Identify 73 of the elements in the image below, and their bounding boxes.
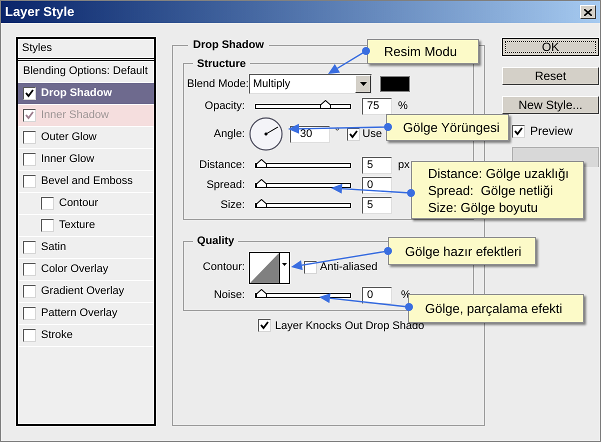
field-label: Angle:	[212, 126, 246, 142]
input-field[interactable]: 5	[362, 156, 392, 174]
checkbox[interactable]	[41, 197, 54, 210]
field-label: Opacity:	[204, 98, 246, 114]
style-item[interactable]: Texture	[18, 215, 154, 237]
callout-text: Gölge Yörüngesi	[403, 119, 501, 136]
callout-text: Gölge hazır efektleri	[405, 242, 522, 260]
checkbox-label: Layer Knocks Out Drop Shado	[275, 318, 424, 334]
field-label: Size:	[220, 198, 246, 213]
window-title: Layer Style	[5, 3, 74, 22]
style-item[interactable]: Contour	[18, 193, 154, 215]
group-title: Drop Shadow	[192, 38, 265, 53]
input-field[interactable]: 0	[362, 176, 392, 194]
checkbox[interactable]	[23, 241, 36, 254]
callout-text: Resim Modu	[384, 43, 458, 60]
checkbox[interactable]	[23, 285, 36, 298]
group-title: Quality	[196, 234, 236, 249]
input-field[interactable]: 0	[362, 287, 392, 304]
caret-icon	[282, 262, 287, 266]
slider-thumb[interactable]	[256, 158, 267, 168]
blend-mode-dropdown[interactable]: Multiply	[249, 74, 372, 94]
checkbox[interactable]	[41, 219, 54, 232]
style-item[interactable]: Inner Glow	[18, 149, 154, 171]
checkbox-label: Anti-aliased	[320, 260, 378, 276]
checkbox[interactable]	[23, 175, 36, 188]
style-item[interactable]: Color Overlay	[18, 259, 154, 281]
list-header: Styles	[18, 39, 154, 61]
dialog-button[interactable]: Reset	[502, 67, 599, 85]
slider-thumb[interactable]	[256, 289, 267, 298]
checkbox[interactable]	[258, 319, 271, 332]
checkbox[interactable]	[347, 128, 360, 140]
checkbox[interactable]	[512, 124, 525, 138]
callout-arrow-tooltip	[328, 47, 370, 74]
angle-dial[interactable]	[249, 117, 283, 151]
checkbox[interactable]	[23, 329, 36, 342]
style-item[interactable]: Pattern Overlay	[18, 303, 154, 325]
style-item[interactable]: Drop Shadow	[18, 83, 154, 105]
ok-button[interactable]: OK	[502, 38, 599, 56]
style-item[interactable]: Stroke	[18, 325, 154, 347]
style-item[interactable]: Satin	[18, 237, 154, 259]
checkbox-label: Preview	[530, 123, 573, 140]
callout-text: Gölge, parçalama efekti	[425, 300, 564, 317]
slider-thumb[interactable]	[256, 198, 267, 208]
color-swatch[interactable]	[380, 76, 410, 92]
checkbox[interactable]	[23, 307, 36, 320]
close-icon	[584, 8, 592, 16]
style-item[interactable]: Bevel and Emboss	[18, 171, 154, 193]
contour-picker[interactable]	[249, 252, 290, 284]
field-label: Contour:	[202, 260, 246, 276]
input-field[interactable]: 75	[362, 98, 392, 114]
checkbox[interactable]	[23, 131, 36, 144]
callout-text: Size: Gölge boyutu	[428, 198, 539, 216]
checkbox[interactable]	[23, 87, 36, 100]
field-label: Distance:	[198, 158, 246, 173]
field-label: Spread:	[205, 178, 246, 193]
style-item[interactable]: Gradient Overlay	[18, 281, 154, 303]
close-button[interactable]	[580, 5, 596, 19]
checkbox[interactable]	[23, 263, 36, 276]
unit-label: %	[398, 98, 408, 114]
style-item[interactable]: Outer Glow	[18, 127, 154, 149]
group-title: Structure	[196, 56, 247, 72]
checkbox[interactable]	[23, 109, 36, 122]
slider-thumb[interactable]	[320, 100, 331, 108]
checkbox-label: Use	[362, 126, 382, 142]
callout-text: Spread: Gölge netliği	[428, 182, 554, 198]
field-label: Blend Mode:	[187, 76, 249, 92]
checkbox[interactable]	[23, 153, 36, 166]
field-label: Noise:	[212, 288, 246, 304]
input-field[interactable]: 5	[362, 196, 392, 214]
slider-thumb[interactable]	[256, 178, 267, 188]
unit-label: px	[398, 158, 410, 173]
callout-text: Distance: Gölge uzaklığı	[428, 164, 570, 182]
dialog-button[interactable]: New Style...	[502, 96, 599, 114]
